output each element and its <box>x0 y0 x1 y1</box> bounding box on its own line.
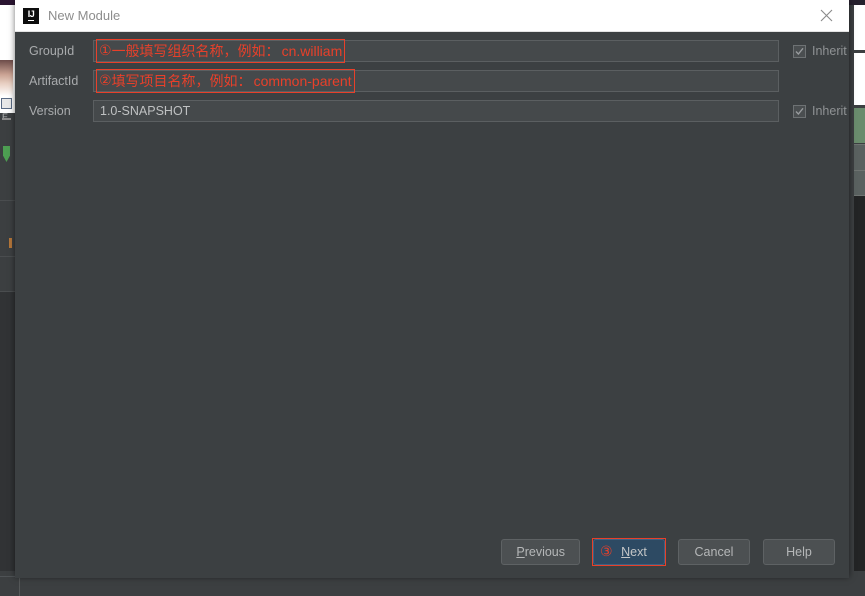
version-label: Version <box>29 104 71 118</box>
annotation-artifactid-number: ② <box>99 73 112 89</box>
intellij-idea-icon-text: IJ <box>27 9 35 21</box>
screen: E IJ New Module GroupId ① 一般填写组织名称，例如： c… <box>0 0 865 596</box>
annotation-groupid-example: cn.william <box>281 43 343 59</box>
artifactid-input[interactable]: ② 填写项目名称，例如： common-parent <box>93 69 779 93</box>
annotation-groupid: ① 一般填写组织名称，例如： cn.william <box>96 39 346 63</box>
annotation-artifactid-example: common-parent <box>253 73 352 89</box>
annotation-artifactid: ② 填写项目名称，例如： common-parent <box>96 69 355 93</box>
cancel-button[interactable]: Cancel <box>678 539 750 565</box>
groupid-inherit-label: Inherit <box>812 44 847 58</box>
background-ij-icon <box>1 98 12 109</box>
background-left-console <box>0 292 15 571</box>
dialog-body: GroupId ① 一般填写组织名称，例如： cn.william Inheri… <box>15 32 849 578</box>
previous-button-label: revious <box>524 545 565 559</box>
help-button-label: Help <box>786 545 812 559</box>
background-left-thumbnail <box>0 60 13 96</box>
background-right-white-panel-2 <box>854 53 865 105</box>
intellij-idea-icon: IJ <box>23 7 39 24</box>
background-right-divider-1 <box>854 144 865 145</box>
next-button[interactable]: Next <box>593 539 665 565</box>
form-row-artifactid: ArtifactId ② 填写项目名称，例如： common-parent <box>15 68 849 94</box>
dialog-title: New Module <box>48 8 121 23</box>
version-input-value: 1.0-SNAPSHOT <box>100 104 191 118</box>
version-input[interactable]: 1.0-SNAPSHOT <box>93 100 779 122</box>
close-icon[interactable] <box>803 0 849 31</box>
annotation-groupid-number: ① <box>99 43 112 59</box>
groupid-label: GroupId <box>29 44 75 58</box>
background-marker <box>9 238 12 248</box>
background-right-dark-area <box>854 196 865 571</box>
checkmark-icon <box>795 47 804 55</box>
form-row-version: Version 1.0-SNAPSHOT Inherit <box>15 98 849 124</box>
previous-button-mnemonic: P <box>516 545 525 559</box>
form-row-groupid: GroupId ① 一般填写组织名称，例如： cn.william Inheri… <box>15 38 849 64</box>
new-module-dialog: IJ New Module GroupId ① 一般填写组织名称，例如： cn.… <box>15 0 849 578</box>
annotation-artifactid-text: 填写项目名称，例如： <box>111 74 252 90</box>
next-button-mnemonic: N <box>621 545 631 559</box>
dialog-titlebar: IJ New Module <box>15 0 849 32</box>
version-inherit-checkbox[interactable] <box>793 104 806 118</box>
background-right-divider-2 <box>854 170 865 171</box>
background-left-white-panel <box>0 5 15 113</box>
groupid-input[interactable]: ① 一般填写组织名称，例如： cn.william <box>93 39 779 63</box>
next-button-annotated: Next ③ <box>592 538 666 566</box>
coordinates-form: GroupId ① 一般填写组织名称，例如： cn.william Inheri… <box>15 32 849 128</box>
version-inherit-group[interactable]: Inherit <box>793 104 847 118</box>
background-tab-underline <box>2 118 11 120</box>
version-inherit-label: Inherit <box>812 104 847 118</box>
previous-button[interactable]: Previous <box>501 539 580 565</box>
background-right-white-panel-1 <box>854 5 865 50</box>
background-right-green-panel <box>854 108 865 143</box>
dialog-footer: Previous Next ③ Cancel Help <box>15 526 849 578</box>
background-divider-2 <box>0 256 15 257</box>
background-divider-1 <box>0 200 15 201</box>
help-button[interactable]: Help <box>763 539 835 565</box>
background-tab-label: E <box>2 112 9 122</box>
artifactid-label: ArtifactId <box>29 74 79 88</box>
groupid-inherit-group[interactable]: Inherit <box>793 44 847 58</box>
cancel-button-label: Cancel <box>694 545 734 559</box>
background-status-bar <box>0 577 865 596</box>
next-button-label: ext <box>630 545 647 559</box>
close-icon-glyph <box>820 9 832 22</box>
annotation-groupid-text: 一般填写组织名称，例如： <box>111 44 280 60</box>
groupid-inherit-checkbox[interactable] <box>793 44 806 58</box>
checkmark-icon <box>795 107 804 115</box>
background-status-bar-divider <box>19 577 20 596</box>
